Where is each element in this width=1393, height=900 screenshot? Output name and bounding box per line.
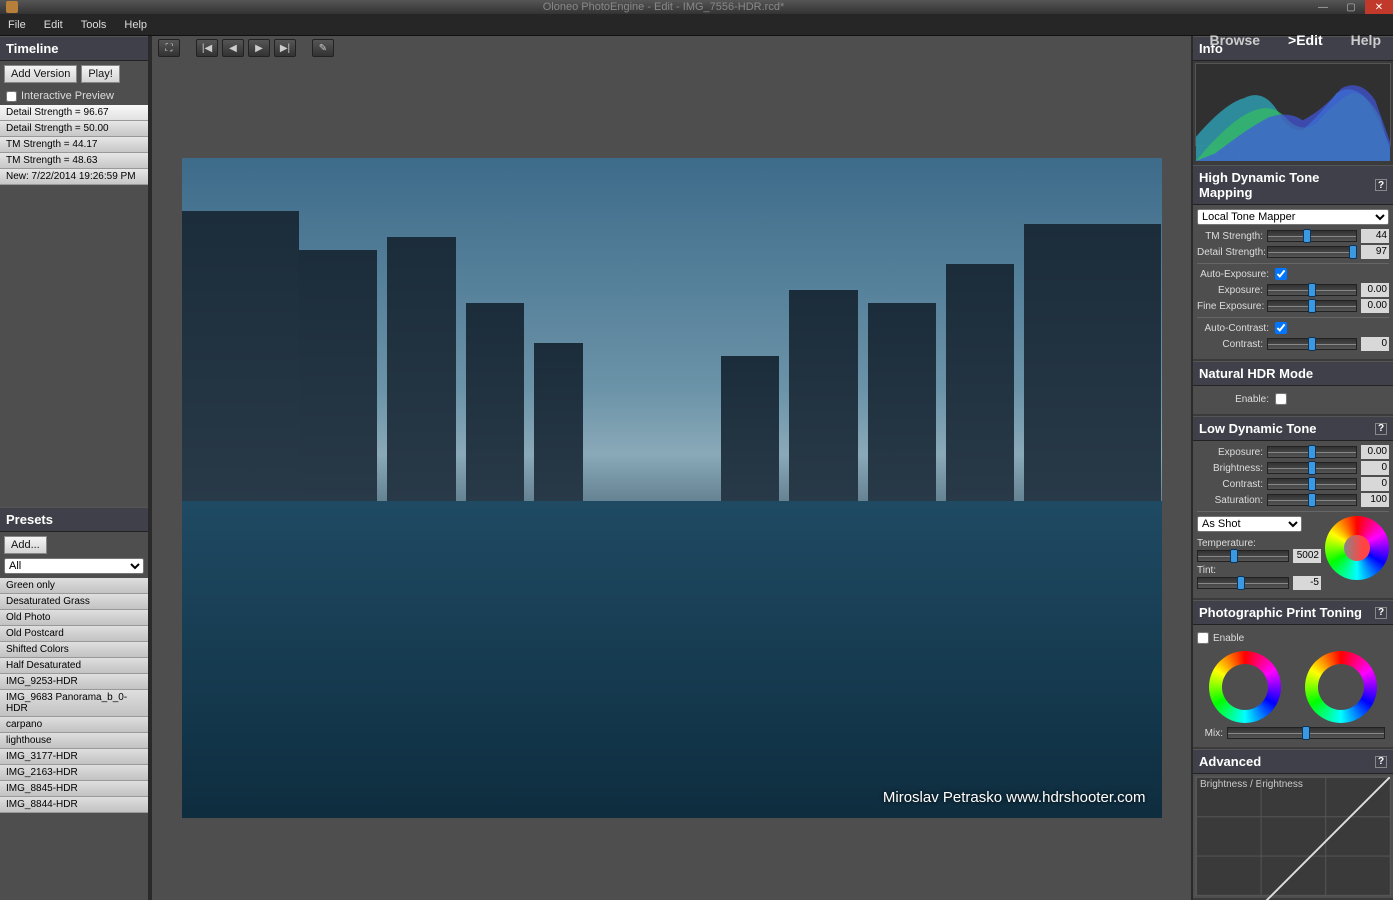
preset-item[interactable]: Half Desaturated: [0, 658, 148, 674]
ldt-exposure-slider[interactable]: [1267, 446, 1357, 458]
nav-next-icon[interactable]: ▶: [248, 39, 270, 57]
tab-help[interactable]: Help: [1351, 32, 1381, 48]
tone-curve[interactable]: Brightness / Brightness: [1195, 776, 1391, 896]
temperature-value[interactable]: 5002: [1293, 549, 1321, 563]
preset-item[interactable]: IMG_2163-HDR: [0, 765, 148, 781]
tm-strength-slider[interactable]: [1267, 230, 1357, 242]
nav-prev-icon[interactable]: ◀: [222, 39, 244, 57]
preset-item[interactable]: Shifted Colors: [0, 642, 148, 658]
help-icon[interactable]: ?: [1375, 423, 1387, 435]
menu-file[interactable]: File: [8, 19, 26, 31]
menu-help[interactable]: Help: [124, 19, 147, 31]
ppt-enable-checkbox[interactable]: [1197, 632, 1209, 644]
close-button[interactable]: ✕: [1365, 0, 1393, 14]
mode-tabs: Browse >Edit Help: [1181, 18, 1381, 48]
presets-header: Presets: [0, 507, 148, 532]
fine-exposure-value[interactable]: 0.00: [1361, 299, 1389, 313]
ldt-saturation-slider[interactable]: [1267, 494, 1357, 506]
tone-mapper-select[interactable]: Local Tone Mapper: [1197, 209, 1389, 225]
watermark: Miroslav Petrasko www.hdrshooter.com: [883, 789, 1146, 806]
interactive-preview-row[interactable]: Interactive Preview: [0, 87, 148, 105]
image-canvas[interactable]: Miroslav Petrasko www.hdrshooter.com: [158, 66, 1185, 894]
timeline-item[interactable]: Detail Strength = 50.00: [0, 121, 148, 137]
preset-item[interactable]: IMG_9683 Panorama_b_0-HDR: [0, 690, 148, 717]
preset-item[interactable]: Green only: [0, 578, 148, 594]
ldt-header: Low Dynamic Tone?: [1193, 416, 1393, 441]
tint-value[interactable]: -5: [1293, 576, 1321, 590]
timeline-item[interactable]: New: 7/22/2014 19:26:59 PM: [0, 169, 148, 185]
tm-strength-value[interactable]: 44: [1361, 229, 1389, 243]
nav-last-icon[interactable]: ▶|: [274, 39, 296, 57]
window-titlebar: Oloneo PhotoEngine - Edit - IMG_7556-HDR…: [0, 0, 1393, 14]
canvas-toolbar: ⛶ |◀ ◀ ▶ ▶| ✎: [152, 36, 1191, 60]
ldt-saturation-value[interactable]: 100: [1361, 493, 1389, 507]
auto-contrast-checkbox[interactable]: [1275, 322, 1287, 334]
tab-edit[interactable]: >Edit: [1288, 32, 1323, 48]
advanced-header: Advanced?: [1193, 749, 1393, 774]
help-icon[interactable]: ?: [1375, 179, 1387, 191]
add-version-button[interactable]: Add Version: [4, 65, 77, 83]
menu-tools[interactable]: Tools: [81, 19, 107, 31]
shadows-wheel[interactable]: [1209, 651, 1281, 723]
exposure-value[interactable]: 0.00: [1361, 283, 1389, 297]
help-icon[interactable]: ?: [1375, 756, 1387, 768]
menu-edit[interactable]: Edit: [44, 19, 63, 31]
ldt-brightness-slider[interactable]: [1267, 462, 1357, 474]
fine-exposure-slider[interactable]: [1267, 300, 1357, 312]
hdtm-header: High Dynamic Tone Mapping?: [1193, 165, 1393, 205]
minimize-button[interactable]: —: [1309, 0, 1337, 14]
timeline-item[interactable]: Detail Strength = 96.67: [0, 105, 148, 121]
auto-exposure-checkbox[interactable]: [1275, 268, 1287, 280]
exposure-slider[interactable]: [1267, 284, 1357, 296]
presets-filter-select[interactable]: All: [4, 558, 144, 574]
help-icon[interactable]: ?: [1375, 607, 1387, 619]
maximize-button[interactable]: ▢: [1337, 0, 1365, 14]
interactive-preview-checkbox[interactable]: [6, 91, 17, 102]
highlights-wheel[interactable]: [1305, 651, 1377, 723]
ldt-brightness-value[interactable]: 0: [1361, 461, 1389, 475]
hdtm-contrast-value[interactable]: 0: [1361, 337, 1389, 351]
histogram: [1195, 63, 1391, 146]
tab-browse[interactable]: Browse: [1209, 32, 1260, 48]
crop-icon[interactable]: ✎: [312, 39, 334, 57]
timeline-item[interactable]: TM Strength = 44.17: [0, 137, 148, 153]
play-button[interactable]: Play!: [81, 65, 119, 83]
temperature-slider[interactable]: [1197, 550, 1289, 562]
mix-slider[interactable]: [1227, 727, 1385, 739]
preset-item[interactable]: IMG_9253-HDR: [0, 674, 148, 690]
preset-item[interactable]: Old Postcard: [0, 626, 148, 642]
preset-item[interactable]: IMG_3177-HDR: [0, 749, 148, 765]
ppt-header: Photographic Print Toning?: [1193, 600, 1393, 625]
window-title: Oloneo PhotoEngine - Edit - IMG_7556-HDR…: [18, 1, 1309, 13]
app-icon: [6, 1, 18, 13]
ldt-contrast-slider[interactable]: [1267, 478, 1357, 490]
nav-first-icon[interactable]: |◀: [196, 39, 218, 57]
presets-list[interactable]: Green onlyDesaturated GrassOld PhotoOld …: [0, 578, 148, 900]
detail-strength-slider[interactable]: [1267, 246, 1357, 258]
natural-hdr-header: Natural HDR Mode: [1193, 361, 1393, 386]
interactive-preview-label: Interactive Preview: [21, 90, 114, 102]
add-preset-button[interactable]: Add...: [4, 536, 47, 554]
preset-item[interactable]: IMG_8845-HDR: [0, 781, 148, 797]
hdtm-contrast-slider[interactable]: [1267, 338, 1357, 350]
timeline-header: Timeline: [0, 36, 148, 61]
preset-item[interactable]: lighthouse: [0, 733, 148, 749]
preset-item[interactable]: Old Photo: [0, 610, 148, 626]
ldt-exposure-value[interactable]: 0.00: [1361, 445, 1389, 459]
preset-item[interactable]: IMG_8844-HDR: [0, 797, 148, 813]
natural-enable-checkbox[interactable]: [1275, 393, 1287, 405]
ldt-contrast-value[interactable]: 0: [1361, 477, 1389, 491]
wb-preset-select[interactable]: As Shot: [1197, 516, 1302, 532]
detail-strength-value[interactable]: 97: [1361, 245, 1389, 259]
timeline-item[interactable]: TM Strength = 48.63: [0, 153, 148, 169]
ppt-enable-row[interactable]: Enable: [1197, 632, 1389, 644]
fullscreen-icon[interactable]: ⛶: [158, 39, 180, 57]
wb-color-wheel[interactable]: [1325, 516, 1389, 580]
preset-item[interactable]: Desaturated Grass: [0, 594, 148, 610]
tint-slider[interactable]: [1197, 577, 1289, 589]
preset-item[interactable]: carpano: [0, 717, 148, 733]
